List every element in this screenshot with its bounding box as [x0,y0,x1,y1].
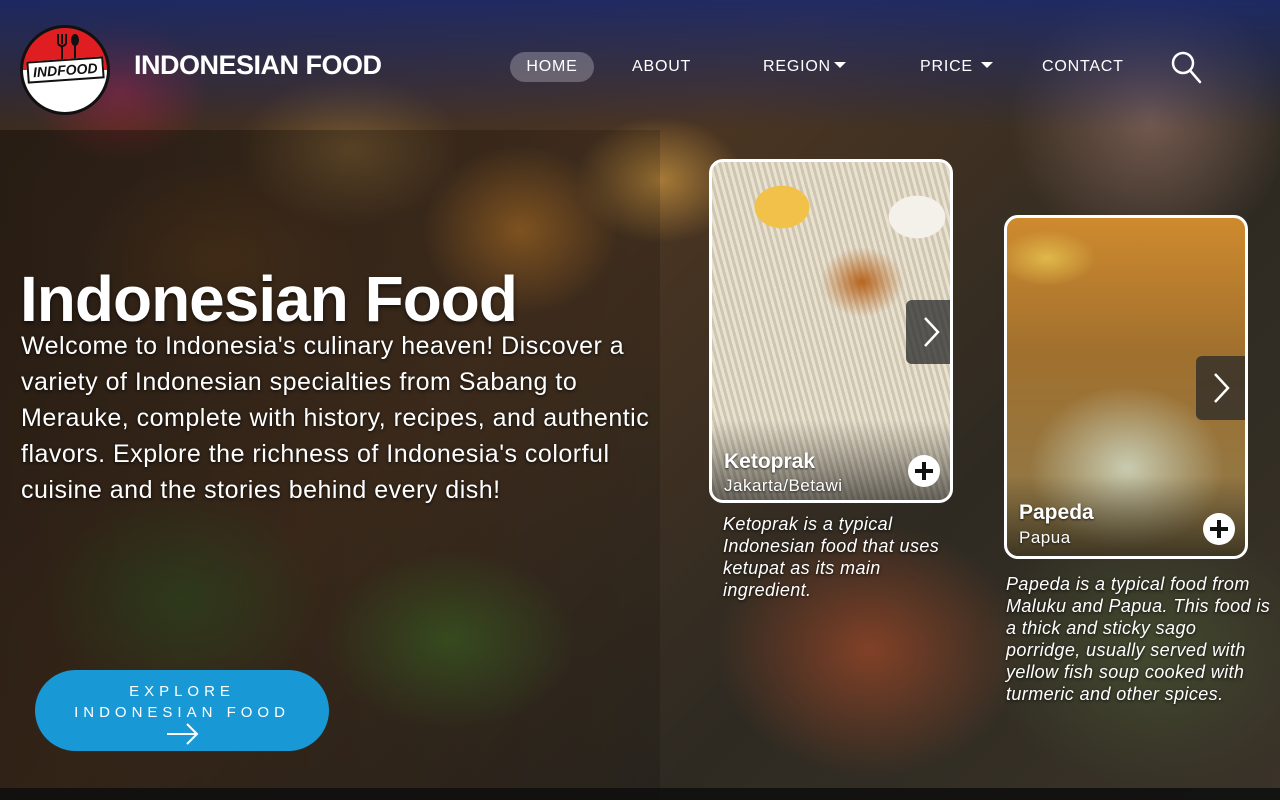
nav-region-label: REGION [763,58,831,75]
hero-title: Indonesian Food [20,263,518,335]
nav-price-label: PRICE [920,58,973,75]
explore-button-label: EXPLORE INDONESIAN FOOD [74,683,290,721]
caret-down-icon [833,62,846,69]
nav-about[interactable]: ABOUT [632,52,691,82]
nav-price[interactable]: PRICE [920,52,994,82]
search-button[interactable] [1170,50,1202,84]
search-icon [1171,51,1202,84]
explore-button[interactable]: EXPLORE INDONESIAN FOOD [35,670,329,751]
card-region: Papua [1019,528,1071,547]
hero-description: Welcome to Indonesia's culinary heaven! … [21,332,650,504]
caret-down-icon [981,62,994,69]
chevron-right-icon [924,317,940,347]
nav-home[interactable]: HOME [510,52,594,82]
food-card-ketoprak[interactable]: Ketoprak Jakarta/Betawi [709,159,953,503]
logo-text: INDFOOD [26,56,104,84]
brand-name: INDONESIAN FOOD [134,50,382,80]
nav-contact[interactable]: CONTACT [1042,52,1124,82]
card-title: Ketoprak [724,450,816,473]
chevron-right-icon [1214,373,1230,403]
next-button[interactable] [906,300,950,364]
card-description: Ketoprak is a typical Indonesian food th… [723,514,940,600]
bottom-bar [0,788,1280,800]
add-button[interactable] [908,455,940,487]
arrow-right-icon [167,723,199,745]
food-card-papeda[interactable]: Papeda Papua [1004,215,1248,559]
next-button[interactable] [1196,356,1245,420]
fork-spoon-icon [57,34,79,60]
nav-region[interactable]: REGION [763,52,846,82]
add-button[interactable] [1203,513,1235,545]
card-title: Papeda [1019,501,1094,524]
logo[interactable]: INDFOOD [20,25,110,115]
card-region: Jakarta/Betawi [724,476,843,495]
card-description: Papeda is a typical food from Maluku and… [1006,574,1271,704]
